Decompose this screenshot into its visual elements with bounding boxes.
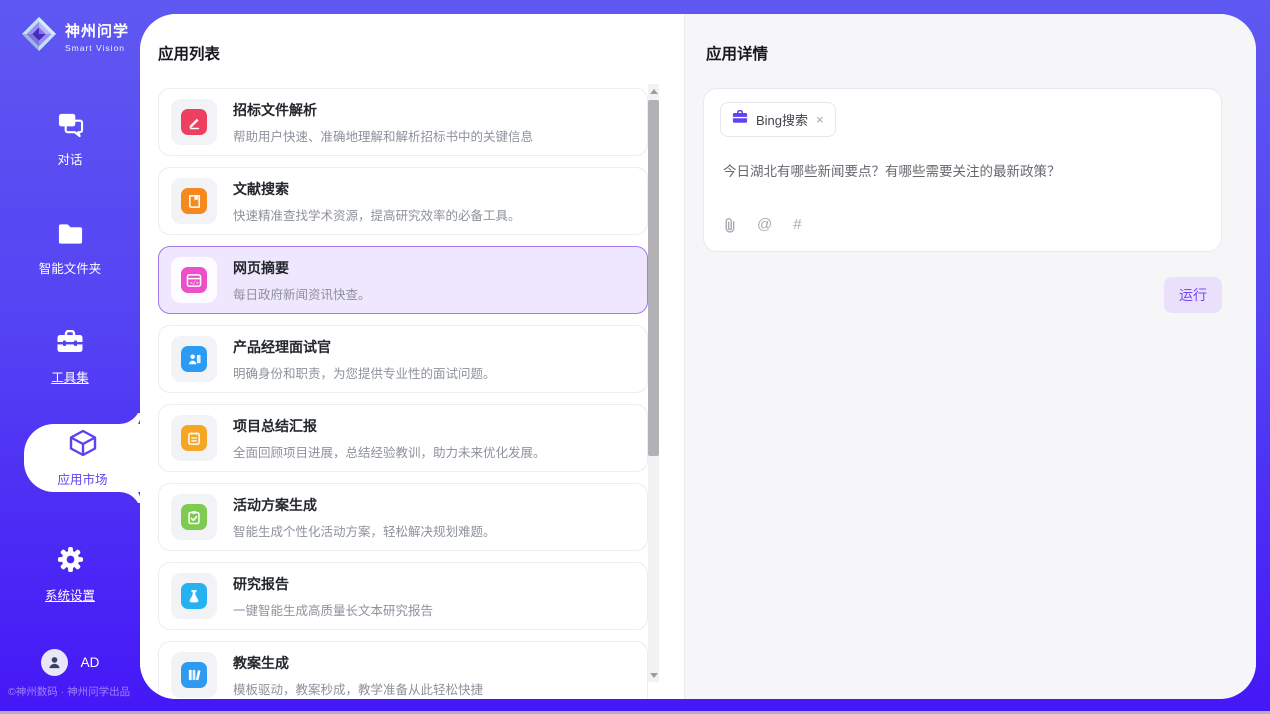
copyright-text: ©神州数码 · 神州问学出品: [8, 684, 140, 699]
app-card-desc: 智能生成个性化活动方案，轻松解决规划难题。: [233, 521, 496, 540]
gem-logo-icon: [20, 15, 58, 58]
sidebar-item-chat[interactable]: 对话: [0, 112, 140, 168]
brand-tagline: Smart Vision: [65, 43, 129, 53]
app-card-desc: 一键智能生成高质量长文本研究报告: [233, 600, 433, 619]
app-list-panel: 应用列表 招标文件解析 帮助用户快速、准确地理解和解析招标书中的关键信息 文献搜…: [140, 14, 684, 699]
scrollbar-thumb[interactable]: [648, 100, 659, 456]
paperclip-icon[interactable]: [723, 217, 736, 233]
user-initials: AD: [81, 655, 100, 670]
chat-icon: [57, 112, 84, 142]
app-card-title: 招标文件解析: [233, 100, 533, 120]
books-icon: [181, 662, 207, 688]
app-card-web-summary[interactable]: </> 网页摘要 每日政府新闻资讯快查。: [158, 246, 648, 314]
briefcase-icon: [732, 110, 748, 129]
sidebar-item-label: 智能文件夹: [39, 258, 102, 277]
app-card-desc: 快速精准查找学术资源，提高研究效率的必备工具。: [233, 205, 521, 224]
run-button[interactable]: 运行: [1164, 277, 1222, 313]
app-card-lesson-plan[interactable]: 教案生成 模板驱动，教案秒成，教学准备从此轻松快捷: [158, 641, 648, 699]
app-card-title: 文献搜索: [233, 179, 521, 199]
app-detail-title: 应用详情: [706, 42, 1222, 64]
main-panel: 应用列表 招标文件解析 帮助用户快速、准确地理解和解析招标书中的关键信息 文献搜…: [140, 14, 1256, 699]
sidebar-item-settings[interactable]: 系统设置: [0, 546, 140, 604]
sidebar-item-label: 工具集: [51, 367, 89, 386]
app-card-title: 产品经理面试官: [233, 337, 496, 357]
notepad-icon: [181, 425, 207, 451]
toolbox-icon: [56, 330, 84, 360]
document-edit-icon: [181, 109, 207, 135]
close-icon[interactable]: ×: [816, 113, 824, 126]
interviewer-icon: [181, 346, 207, 372]
app-card-desc: 帮助用户快速、准确地理解和解析招标书中的关键信息: [233, 126, 533, 145]
clipboard-check-icon: [181, 504, 207, 530]
app-card-title: 研究报告: [233, 574, 433, 594]
mention-icon[interactable]: @: [757, 216, 772, 233]
sidebar-item-label: 系统设置: [45, 585, 95, 604]
book-icon: [181, 188, 207, 214]
folder-icon: [57, 222, 84, 251]
app-card-desc: 模板驱动，教案秒成，教学准备从此轻松快捷: [233, 679, 483, 698]
app-card-list: 招标文件解析 帮助用户快速、准确地理解和解析招标书中的关键信息 文献搜索 快速精…: [158, 88, 648, 699]
app-card-pm-interviewer[interactable]: 产品经理面试官 明确身份和职责，为您提供专业性的面试问题。: [158, 325, 648, 393]
gear-icon: [57, 546, 84, 578]
app-card-desc: 全面回顾项目进展，总结经验教训，助力未来优化发展。: [233, 442, 546, 461]
sidebar-item-label: 应用市场: [57, 469, 107, 488]
prompt-card: Bing搜索 × 今日湖北有哪些新闻要点？有哪些需要关注的最新政策？ @ #: [703, 88, 1222, 252]
app-card-title: 网页摘要: [233, 258, 371, 278]
app-card-title: 活动方案生成: [233, 495, 496, 515]
research-icon: [181, 583, 207, 609]
sidebar-item-app-market[interactable]: 应用市场: [24, 424, 141, 492]
app-card-research-report[interactable]: 研究报告 一键智能生成高质量长文本研究报告: [158, 562, 648, 630]
app-card-title: 项目总结汇报: [233, 416, 546, 436]
svg-text:</>: </>: [190, 280, 199, 286]
app-card-title: 教案生成: [233, 653, 483, 673]
hashtag-icon[interactable]: #: [793, 216, 801, 233]
app-card-literature-search[interactable]: 文献搜索 快速精准查找学术资源，提高研究效率的必备工具。: [158, 167, 648, 235]
cube-icon: [68, 428, 98, 463]
query-text[interactable]: 今日湖北有哪些新闻要点？有哪些需要关注的最新政策？: [723, 160, 1205, 180]
sidebar-item-label: 对话: [57, 149, 82, 168]
user-account[interactable]: AD: [0, 649, 140, 676]
scroll-up-icon[interactable]: [648, 84, 659, 98]
scroll-down-icon[interactable]: [648, 668, 659, 682]
list-scrollbar[interactable]: [648, 84, 659, 682]
browser-code-icon: </>: [181, 267, 207, 293]
app-card-activity-plan[interactable]: 活动方案生成 智能生成个性化活动方案，轻松解决规划难题。: [158, 483, 648, 551]
sidebar-item-smart-folders[interactable]: 智能文件夹: [0, 222, 140, 277]
avatar: [41, 649, 68, 676]
tool-chip-bing-search[interactable]: Bing搜索 ×: [720, 102, 836, 137]
tool-chip-label: Bing搜索: [756, 110, 808, 129]
brand-logo: 神州问学 Smart Vision: [0, 0, 140, 58]
app-card-desc: 每日政府新闻资讯快查。: [233, 284, 371, 303]
app-card-bid-parse[interactable]: 招标文件解析 帮助用户快速、准确地理解和解析招标书中的关键信息: [158, 88, 648, 156]
sidebar-item-toolset[interactable]: 工具集: [0, 330, 140, 386]
app-list-title: 应用列表: [158, 42, 684, 64]
sidebar: 神州问学 Smart Vision 对话 智能文件夹: [0, 0, 140, 714]
attachment-toolbar: @ #: [723, 216, 1205, 233]
app-detail-panel: 应用详情 Bing搜索 × 今日湖北有哪些新闻要点？有哪些需要关注的最新政策？: [684, 14, 1256, 699]
app-card-desc: 明确身份和职责，为您提供专业性的面试问题。: [233, 363, 496, 382]
app-card-project-summary[interactable]: 项目总结汇报 全面回顾项目进展，总结经验教训，助力未来优化发展。: [158, 404, 648, 472]
brand-name: 神州问学: [65, 20, 129, 41]
